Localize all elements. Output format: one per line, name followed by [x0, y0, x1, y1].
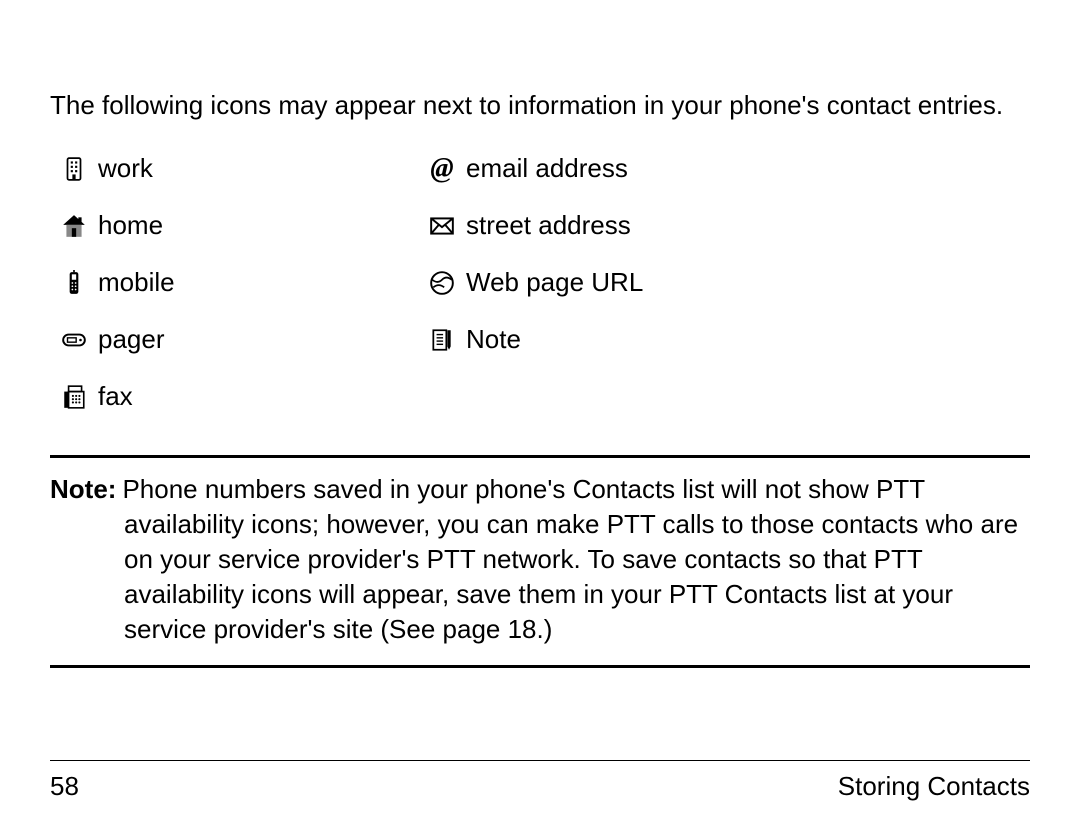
notepad-icon [418, 327, 466, 353]
web-url-label: Web page URL [466, 265, 1030, 300]
note-block: Note: Phone numbers saved in your phone'… [50, 455, 1030, 668]
pager-label: pager [98, 322, 418, 357]
section-name: Storing Contacts [838, 769, 1030, 804]
note-text-rest: availability icons; however, you can mak… [50, 507, 1030, 647]
page-footer: 58 Storing Contacts [50, 760, 1030, 804]
work-icon [50, 156, 98, 182]
globe-icon [418, 270, 466, 296]
mobile-label: mobile [98, 265, 418, 300]
note-heading: Note: [50, 472, 116, 507]
mobile-icon [50, 270, 98, 296]
intro-text: The following icons may appear next to i… [50, 88, 1030, 123]
work-label: work [98, 151, 418, 186]
fax-icon [50, 384, 98, 410]
note-label: Note [466, 322, 1030, 357]
envelope-icon [418, 213, 466, 239]
note-text-first-line: Phone numbers saved in your phone's Cont… [122, 472, 925, 507]
pager-icon [50, 327, 98, 353]
icon-legend-grid: work @ email address home street address… [50, 151, 1030, 414]
email-label: email address [466, 151, 1030, 186]
street-address-label: street address [466, 208, 1030, 243]
at-icon: @ [418, 155, 466, 183]
fax-label: fax [98, 379, 418, 414]
house-icon [50, 213, 98, 239]
home-label: home [98, 208, 418, 243]
page-number: 58 [50, 769, 79, 804]
